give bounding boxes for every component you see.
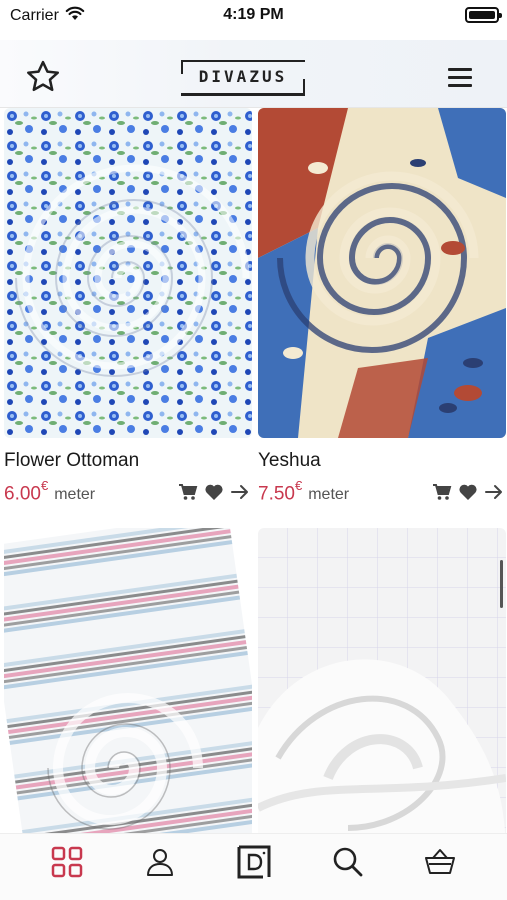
product-image-striped[interactable]: [4, 528, 252, 833]
product-image-yeshua[interactable]: [258, 108, 506, 438]
divazus-d-icon: [236, 844, 272, 885]
favorites-button[interactable]: [22, 58, 64, 100]
price-row: 6.00€meter: [4, 478, 252, 506]
tab-grid[interactable]: [47, 844, 87, 884]
product-grid: Flower Ottoman 6.00€meter Yeshua 7.50€me…: [0, 108, 507, 833]
status-bar: Carrier 4:19 PM: [0, 0, 507, 32]
cart-icon[interactable]: [178, 482, 198, 502]
product-title[interactable]: Yeshua: [258, 450, 321, 472]
arrow-right-icon[interactable]: [230, 482, 250, 502]
clock: 4:19 PM: [223, 6, 284, 23]
hamburger-menu-icon[interactable]: [446, 66, 476, 90]
heart-icon[interactable]: [458, 482, 478, 502]
search-icon: [332, 846, 364, 883]
product-image-flower-ottoman[interactable]: [4, 108, 252, 438]
cart-icon[interactable]: [432, 482, 452, 502]
product-actions: [178, 482, 250, 502]
logo-text: DIVAZUS: [198, 67, 288, 86]
brand-logo[interactable]: DIVAZUS: [181, 60, 305, 96]
product-title[interactable]: Flower Ottoman: [4, 450, 139, 472]
arrow-right-icon[interactable]: [484, 482, 504, 502]
basket-icon: [424, 847, 456, 882]
price-unit: meter: [308, 486, 350, 504]
tab-basket[interactable]: [420, 844, 460, 884]
battery-icon: [465, 7, 502, 23]
price-unit: meter: [54, 486, 96, 504]
heart-icon[interactable]: [204, 482, 224, 502]
grid-icon: [51, 846, 83, 883]
product-image-plain-white[interactable]: [258, 528, 506, 833]
bottom-tab-bar: [0, 833, 507, 900]
top-header: DIVAZUS: [0, 40, 507, 108]
tab-account[interactable]: [140, 844, 180, 884]
tab-search[interactable]: [328, 844, 368, 884]
product-price: 7.50€meter: [258, 478, 350, 505]
price-row: 7.50€meter: [258, 478, 506, 506]
tab-brand[interactable]: [234, 844, 274, 884]
product-actions: [432, 482, 504, 502]
star-icon: [24, 58, 62, 101]
scrollbar[interactable]: [500, 560, 503, 608]
user-icon: [145, 847, 175, 882]
product-price: 6.00€meter: [4, 478, 96, 505]
